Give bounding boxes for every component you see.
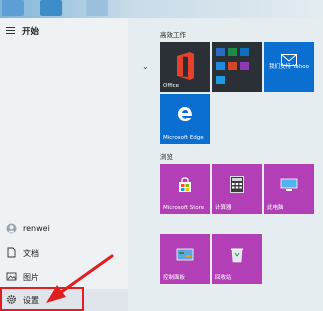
tile-label: Office (163, 83, 180, 89)
onenote-icon (240, 62, 249, 70)
chevron-down-icon[interactable]: ⌄ (142, 62, 149, 71)
tile-edge[interactable]: Microsoft Edge (160, 94, 210, 144)
group-label-browse: 浏览 (160, 153, 173, 161)
edge-icon (178, 107, 192, 121)
skype-icon (216, 76, 225, 84)
tile-store[interactable]: Microsoft Store (160, 164, 210, 214)
start-menu-tiles-pane: ⌄ 高效工作 Office 我们支持 Yahoo Microsoft Edge … (128, 18, 323, 311)
recycle-bin-icon (231, 248, 243, 263)
tile-recycle-bin[interactable]: 回收站 (212, 234, 262, 284)
excel-icon (228, 48, 237, 56)
tile-control-panel[interactable]: 控制面板 (160, 234, 210, 284)
tile-group-office-apps[interactable] (212, 42, 262, 92)
tile-label: Microsoft Edge (163, 135, 204, 141)
tile-label: 回收站 (215, 275, 232, 281)
outlook-icon (240, 48, 249, 56)
tile-label: 我们支持 Yahoo (269, 64, 309, 70)
powerpoint-icon (228, 62, 237, 70)
store-bag-icon (179, 177, 191, 192)
tile-this-pc[interactable]: 此电脑 (264, 164, 314, 214)
tile-office[interactable]: Office (160, 42, 210, 92)
tile-label: 计算器 (215, 205, 232, 211)
calculator-icon (230, 176, 244, 193)
computer-icon (280, 178, 298, 191)
word-icon (216, 48, 225, 56)
group-label-productivity: 高效工作 (160, 31, 186, 39)
tile-yahoo[interactable]: 我们支持 Yahoo (264, 42, 314, 92)
tile-label: 此电脑 (267, 205, 284, 211)
onedrive-icon (216, 62, 225, 70)
tile-calculator[interactable]: 计算器 (212, 164, 262, 214)
tile-label: 控制面板 (163, 275, 186, 281)
tile-label: Microsoft Store (163, 205, 205, 211)
control-panel-icon (176, 248, 194, 261)
